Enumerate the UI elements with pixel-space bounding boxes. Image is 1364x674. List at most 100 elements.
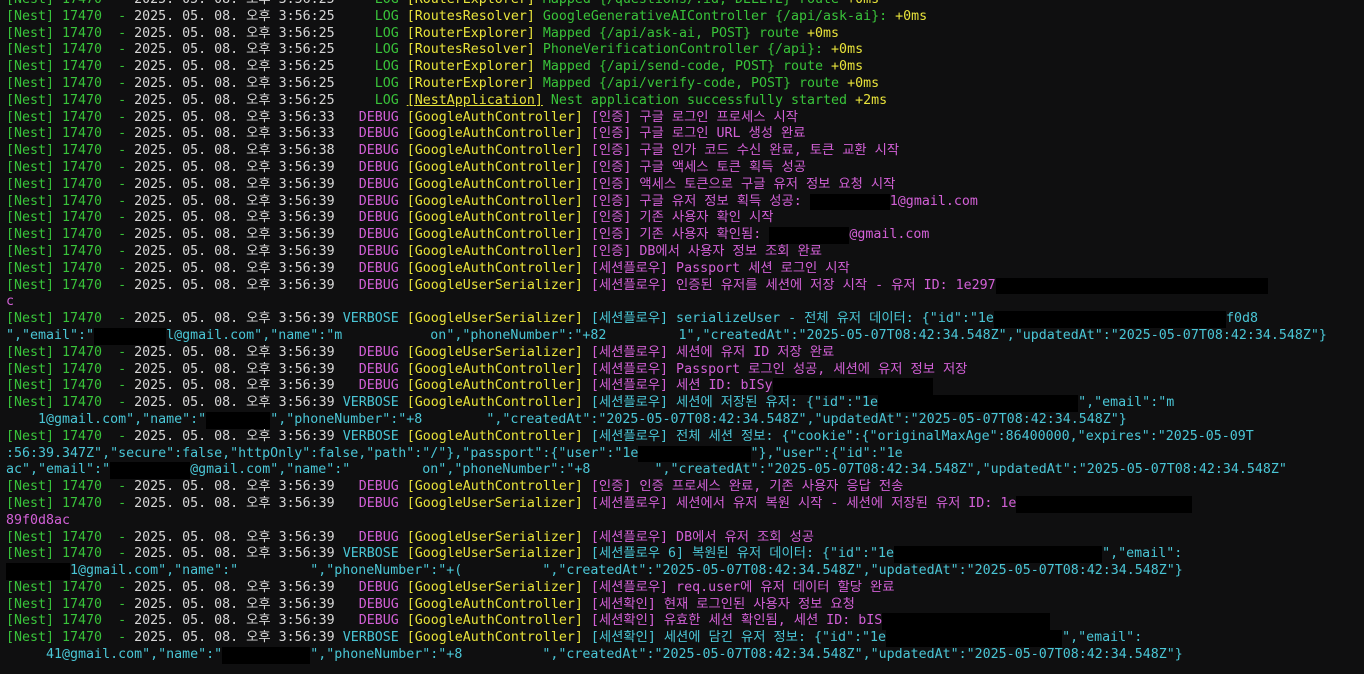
log-spacer [399, 597, 407, 612]
log-spacer [399, 429, 407, 444]
log-duration: +0ms [839, 75, 880, 91]
log-level: VERBOSE [334, 428, 399, 444]
log-spacer [399, 378, 407, 393]
log-line: [Nest] 17470 - 2025. 05. 08. 오후 3:56:39 … [6, 177, 1364, 194]
log-context: [GoogleAuthController] [406, 159, 583, 175]
log-line: 41@gmail.com","name":" ","phoneNumber":"… [6, 647, 1364, 664]
log-spacer [399, 177, 407, 192]
log-context: [RouterExplorer] [406, 59, 535, 75]
log-line: [Nest] 17470 - 2025. 05. 08. 오후 3:56:39 … [6, 210, 1364, 227]
log-level: DEBUG [334, 176, 399, 192]
log-line: [Nest] 17470 - 2025. 05. 08. 오후 3:56:33 … [6, 126, 1364, 143]
log-context: [GoogleAuthController] [406, 596, 583, 612]
log-message: [인증] 기존 사용자 확인 시작 [582, 210, 774, 226]
log-timestamp: 2025. 05. 08. 오후 3:56:39 [134, 311, 335, 327]
log-timestamp: 2025. 05. 08. 오후 3:56:25 [134, 42, 335, 58]
log-spacer [399, 479, 407, 494]
terminal-output[interactable]: [Nest] 17470 - 2025. 05. 08. 오후 3:56:25 … [0, 0, 1364, 674]
log-message: Nest application successfully started [542, 92, 848, 108]
log-level: DEBUG [334, 479, 399, 495]
log-continuation: :56:39.347Z","secure":false,"httpOnly":f… [6, 445, 639, 461]
log-timestamp: 2025. 05. 08. 오후 3:56:39 [134, 546, 335, 562]
log-level: DEBUG [334, 109, 399, 125]
log-spacer [399, 126, 407, 141]
log-message: GoogleGenerativeAIController {/api/ask-a… [534, 8, 888, 24]
redacted-block [882, 613, 1051, 631]
log-timestamp: 2025. 05. 08. 오후 3:56:25 [134, 8, 335, 24]
log-timestamp: 2025. 05. 08. 오후 3:56:25 [134, 0, 335, 7]
log-timestamp: 2025. 05. 08. 오후 3:56:33 [134, 109, 335, 125]
log-message: [세션플로우 6] 복원된 유저 데이터: {"id":"1e [582, 546, 895, 562]
log-line: [Nest] 17470 - 2025. 05. 08. 오후 3:56:25 … [6, 76, 1364, 93]
log-line: [Nest] 17470 - 2025. 05. 08. 오후 3:56:39 … [6, 530, 1364, 547]
log-continuation: 89f0d8ac [6, 512, 71, 528]
log-line: [Nest] 17470 - 2025. 05. 08. 오후 3:56:39 … [6, 277, 1364, 295]
log-spacer [399, 613, 407, 628]
log-timestamp: 2025. 05. 08. 오후 3:56:39 [134, 529, 335, 545]
log-message: PhoneVerificationController {/api}: [534, 42, 824, 58]
log-prefix: [Nest] 17470 - [6, 260, 135, 276]
log-prefix: [Nest] 17470 - [6, 395, 135, 411]
log-line: [Nest] 17470 - 2025. 05. 08. 오후 3:56:25 … [6, 42, 1364, 59]
log-line: [Nest] 17470 - 2025. 05. 08. 오후 3:56:39 … [6, 345, 1364, 362]
log-timestamp: 2025. 05. 08. 오후 3:56:39 [134, 428, 335, 444]
log-message: [인증] DB에서 사용자 정보 조회 완료 [582, 243, 822, 259]
log-prefix: [Nest] 17470 - [6, 42, 135, 58]
log-message-tail: ","email": [1102, 546, 1183, 562]
log-prefix: [Nest] 17470 - [6, 176, 135, 192]
log-context: [RoutesResolver] [406, 8, 535, 24]
log-spacer [399, 76, 407, 91]
log-context: [RoutesResolver] [406, 42, 535, 58]
log-message: [세션확인] 세션에 담긴 유저 정보: {"id":"1e [582, 630, 887, 646]
log-message: [세션플로우] 세션 ID: bISy [582, 378, 773, 394]
log-prefix: [Nest] 17470 - [6, 495, 135, 511]
log-timestamp: 2025. 05. 08. 오후 3:56:39 [134, 193, 335, 209]
log-prefix: [Nest] 17470 - [6, 630, 135, 646]
log-level: DEBUG [334, 126, 399, 142]
redacted-block [769, 227, 850, 244]
log-spacer [399, 160, 407, 175]
log-spacer [399, 143, 407, 158]
redacted-block [809, 193, 890, 211]
log-context: [RouterExplorer] [406, 25, 535, 41]
log-message: [세션플로우] 인증된 유저를 세션에 저장 시작 - 유저 ID: 1e297 [582, 277, 996, 293]
log-level: VERBOSE [334, 630, 399, 646]
log-line: [Nest] 17470 - 2025. 05. 08. 오후 3:56:38 … [6, 143, 1364, 160]
log-context: [GoogleAuthController] [406, 193, 583, 209]
log-message-tail: ","email":"m [1078, 395, 1175, 411]
log-line: ","email":" l@gmail.com","name":"m on","… [6, 327, 1364, 345]
log-message: Mapped {/api/verify-code, POST} route [534, 75, 840, 91]
log-timestamp: 2025. 05. 08. 오후 3:56:39 [134, 613, 335, 629]
log-line: [Nest] 17470 - 2025. 05. 08. 오후 3:56:25 … [6, 9, 1364, 26]
log-context: [GoogleAuthController] [406, 613, 583, 629]
log-line: [Nest] 17470 - 2025. 05. 08. 오후 3:56:39 … [6, 580, 1364, 597]
log-continuation: 41@gmail.com","name":" [6, 647, 223, 663]
log-context: [GoogleAuthController] [406, 143, 583, 159]
log-prefix: [Nest] 17470 - [6, 92, 135, 108]
log-spacer [399, 0, 407, 7]
log-level: LOG [334, 8, 399, 24]
log-level: DEBUG [334, 361, 399, 377]
log-level: DEBUG [334, 143, 399, 159]
log-prefix: [Nest] 17470 - [6, 126, 135, 142]
log-line: [Nest] 17470 - 2025. 05. 08. 오후 3:56:39 … [6, 378, 1364, 396]
log-prefix: [Nest] 17470 - [6, 59, 135, 75]
log-line: ac","email":" @gmail.com","name":" on","… [6, 462, 1364, 480]
log-prefix: [Nest] 17470 - [6, 311, 135, 327]
log-timestamp: 2025. 05. 08. 오후 3:56:39 [134, 596, 335, 612]
log-timestamp: 2025. 05. 08. 오후 3:56:39 [134, 395, 335, 411]
log-context: [GoogleAuthController] [406, 176, 583, 192]
log-timestamp: 2025. 05. 08. 오후 3:56:25 [134, 25, 335, 41]
log-spacer [399, 26, 407, 41]
log-message: [세션플로우] 세션에서 유저 복원 시작 - 세션에 저장된 유저 ID: 1… [582, 495, 1017, 511]
log-message-tail: ","email": [1062, 630, 1143, 646]
redacted-block [1016, 495, 1193, 513]
log-message-tail: "},"user":{"id":"1e [750, 445, 903, 461]
log-timestamp: 2025. 05. 08. 오후 3:56:39 [134, 243, 335, 259]
log-context: [GoogleAuthController] [406, 109, 583, 125]
log-message: Mapped {/api/send-code, POST} route [534, 59, 824, 75]
log-continuation: ","email":" [6, 327, 95, 343]
log-prefix: [Nest] 17470 - [6, 143, 135, 159]
log-prefix: [Nest] 17470 - [6, 277, 135, 293]
log-message-tail: @gmail.com [849, 227, 930, 243]
